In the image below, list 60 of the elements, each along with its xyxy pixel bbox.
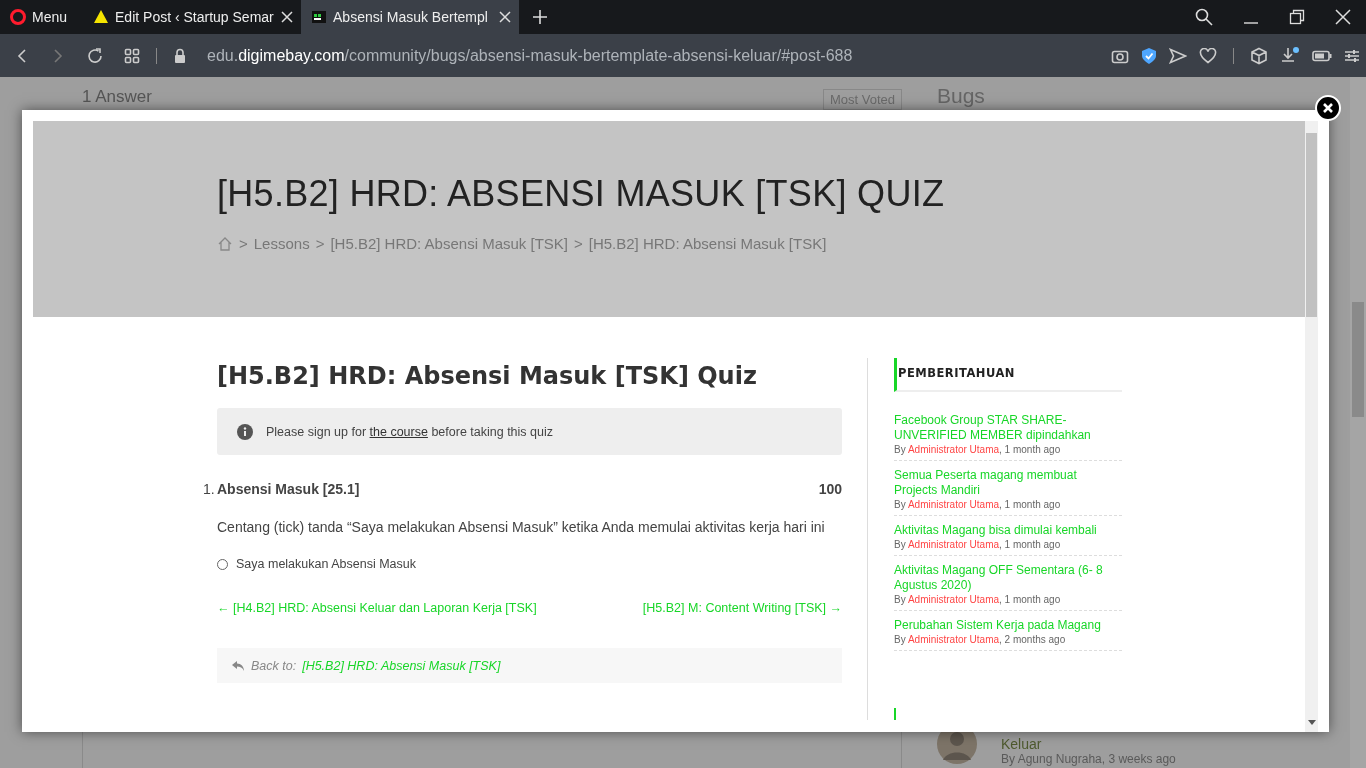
widget-title: PEMBERITAHUAN [894, 358, 1122, 392]
question-points: 100 [818, 481, 842, 497]
tabs-grid-icon[interactable] [124, 47, 140, 64]
scroll-down-icon [1307, 720, 1316, 726]
breadcrumb-separator: > [239, 235, 248, 252]
sidebar-title: Bugs [937, 84, 986, 108]
back-link[interactable]: [H5.B2] HRD: Absensi Masuk [TSK] [302, 658, 501, 673]
menu-button[interactable]: Menu [0, 0, 84, 34]
activity-byline: By Agung Nugraha, 3 weeks ago [1001, 752, 1176, 766]
next-lesson-link[interactable]: [H5.B2] M: Content Writing [TSK] → [642, 601, 842, 615]
post-link[interactable]: Facebook Group STAR SHARE-UNVERIFIED MEMBER dipindahkan [894, 413, 1122, 443]
frame-scrollbar[interactable] [1305, 121, 1318, 732]
post-link[interactable]: Aktivitas Magang bisa dimulai kembali [894, 523, 1122, 538]
lock-icon [173, 47, 187, 64]
close-icon[interactable] [281, 11, 294, 23]
new-tab-icon[interactable] [533, 10, 548, 24]
browser-tab[interactable]: Absensi Masuk Bertempl [301, 0, 520, 34]
post-meta: By Administrator Utama, 2 months ago [894, 634, 1067, 645]
post-link[interactable]: Perubahan Sistem Kerja pada Magang [894, 618, 1122, 633]
breadcrumb-separator: > [315, 235, 325, 252]
info-icon [237, 423, 253, 440]
notice-text: Please sign up for the course before taking this quiz [266, 424, 553, 439]
post-meta: By Administrator Utama, 1 month ago [894, 539, 1062, 550]
battery-icon[interactable] [1312, 49, 1332, 62]
question-title: Absensi Masuk [25.1] [217, 481, 361, 497]
page-title: [H5.B2] HRD: ABSENSI MASUK [TSK] QUIZ [217, 173, 946, 215]
question-number: 1. [203, 481, 215, 497]
warning-icon [93, 9, 110, 25]
option-label[interactable]: Saya melakukan Absensi Masuk [236, 557, 416, 571]
quiz-title: [H5.B2] HRD: Absensi Masuk [TSK] Quiz [217, 362, 758, 390]
post-meta: By Administrator Utama, 1 month ago [894, 499, 1062, 510]
opera-logo-icon [10, 9, 26, 25]
settings-icon[interactable] [1344, 47, 1360, 64]
back-label: Back to: [251, 658, 297, 673]
post-meta: By Administrator Utama, 1 month ago [894, 444, 1062, 455]
breadcrumb-link[interactable]: [H5.B2] HRD: Absensi Masuk [TSK] [588, 235, 827, 252]
close-icon[interactable] [499, 11, 512, 23]
post-link[interactable]: Semua Peserta magang membuat Projects Mandiri [894, 468, 1122, 498]
breadcrumb-link[interactable]: Lessons [253, 235, 310, 252]
answers-heading: 1 Answer [82, 87, 152, 106]
post-link[interactable]: Aktivitas Magang OFF Sementara (6- 8 Agustus 2020) [894, 563, 1122, 593]
breadcrumb-link[interactable]: [H5.B2] HRD: Absensi Masuk [TSK] [330, 235, 568, 252]
heart-icon[interactable] [1199, 47, 1217, 64]
shield-icon[interactable] [1141, 46, 1157, 65]
search-icon[interactable] [1195, 8, 1213, 26]
previous-lesson-link[interactable]: ← [H4.B2] HRD: Absensi Keluar dan Laporan Kerja [TSK] [217, 601, 537, 615]
post-meta: By Administrator Utama, 1 month ago [894, 594, 1062, 605]
close-icon[interactable] [1335, 9, 1351, 25]
restore-icon[interactable] [1289, 9, 1305, 25]
reply-arrow-icon [231, 659, 245, 672]
breadcrumb-separator: > [574, 235, 583, 252]
radio-button[interactable] [217, 558, 228, 570]
site-favicon-icon [311, 9, 328, 25]
page-scrollbar[interactable] [1350, 77, 1366, 768]
question-text: Centang (tick) tanda “Saya melakukan Absensi Masuk” ketika Anda memulai aktivitas kerja hari ini [217, 519, 826, 535]
course-link[interactable]: the course [369, 424, 428, 439]
reload-icon[interactable] [86, 46, 104, 65]
send-icon[interactable] [1169, 47, 1187, 64]
activity-link[interactable]: Keluar [1001, 736, 1176, 752]
cube-icon[interactable] [1250, 46, 1268, 65]
